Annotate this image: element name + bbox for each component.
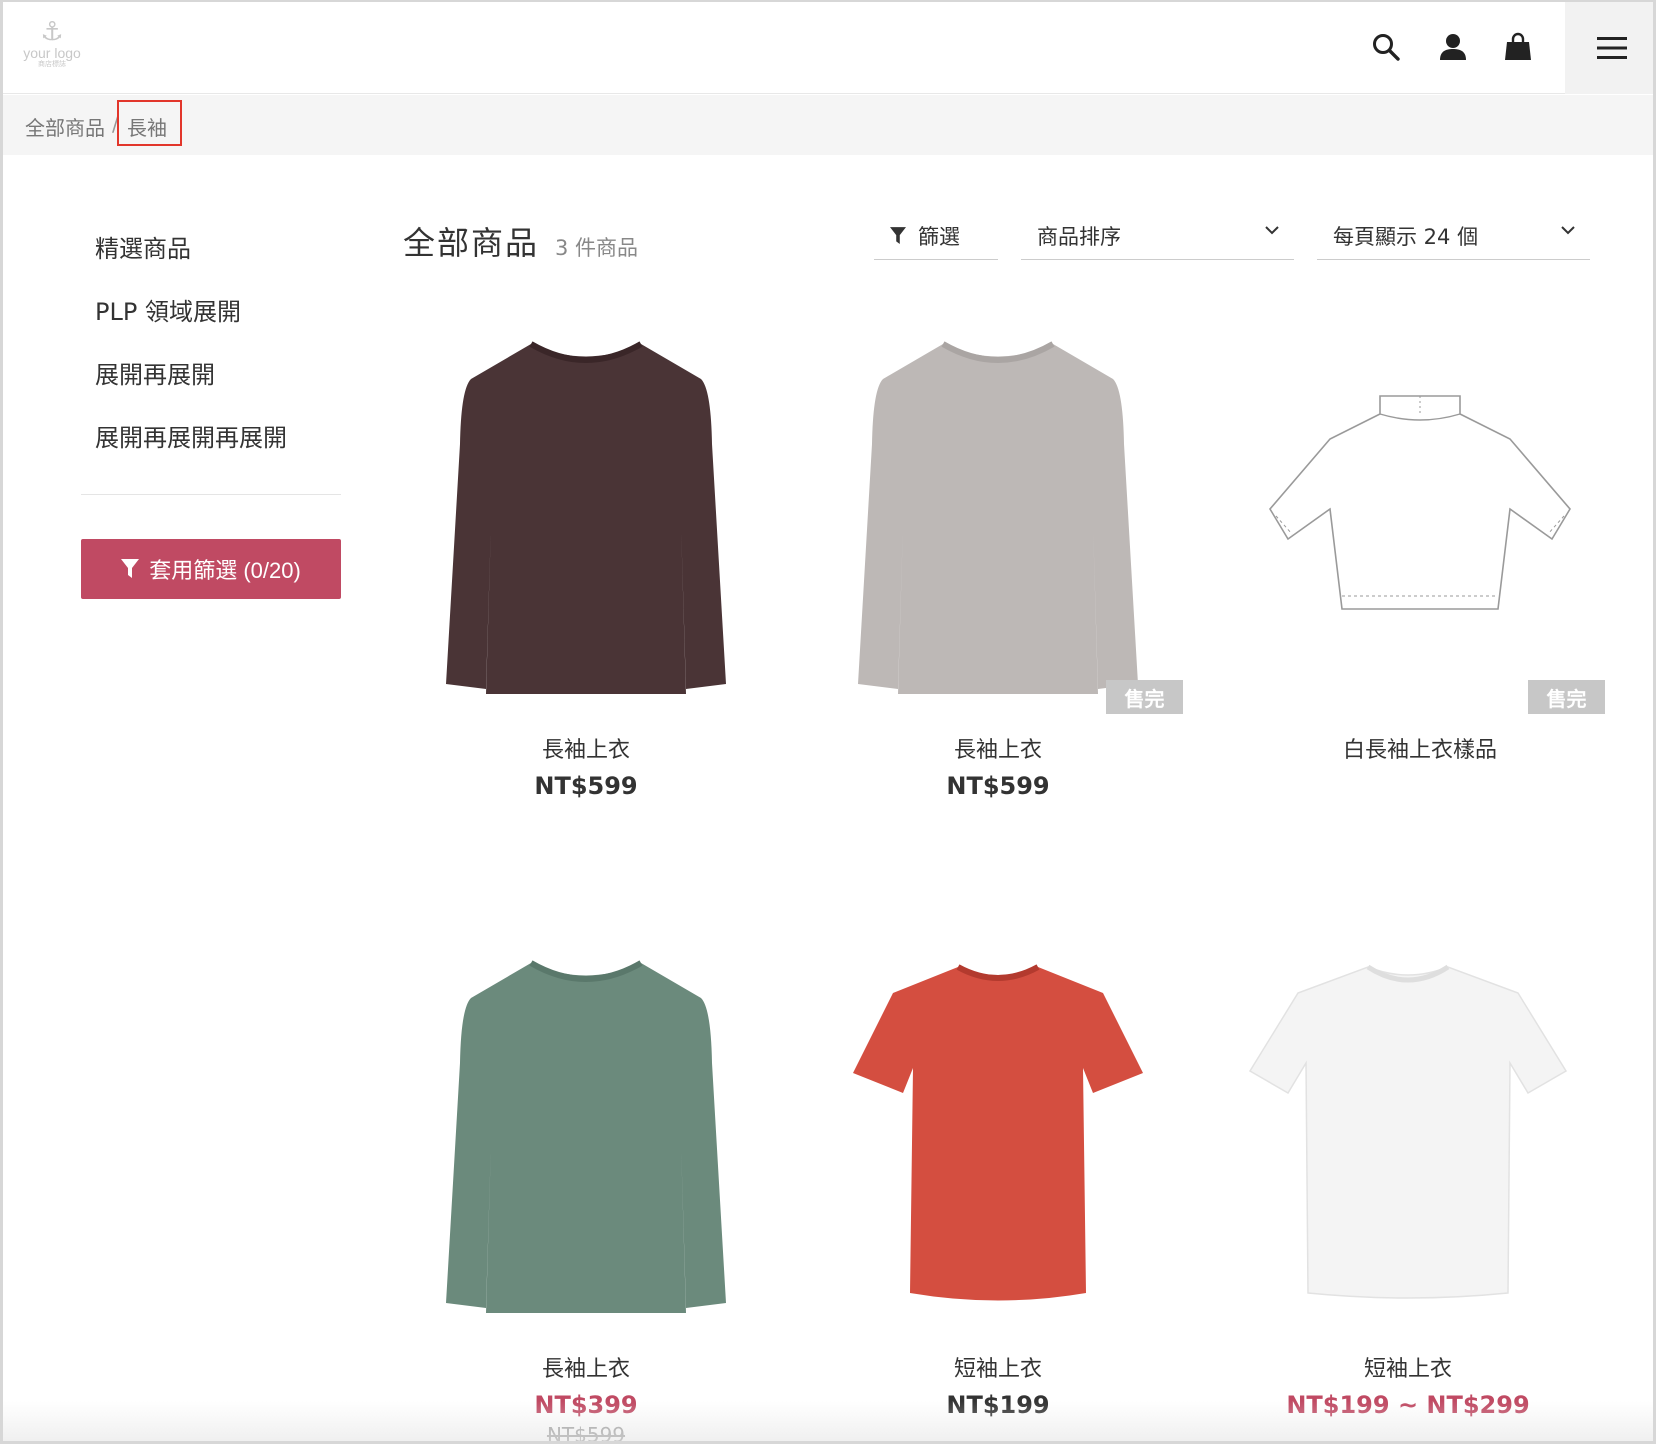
logo-subtext: 商店標誌 [38,60,66,68]
shopping-bag-icon[interactable] [1501,30,1535,64]
sidebar-item-expand[interactable]: 展開再展開 [81,358,341,421]
sort-select-value: 商品排序 [1037,224,1121,249]
sidebar-divider [81,494,341,495]
product-image[interactable] [1223,953,1593,1333]
sidebar-item-featured[interactable]: 精選商品 [81,232,341,295]
menu-icon [1597,37,1627,59]
product-card[interactable]: 售完 白長袖上衣樣品 [1235,334,1605,763]
product-card[interactable]: 短袖上衣 NT$199 ~ NT$299 [1223,953,1593,1419]
category-sidebar: 精選商品 PLP 領域展開 展開再展開 展開再展開再展開 [81,232,341,495]
apply-filter-label: 套用篩選 (0/20) [149,558,301,583]
filter-icon [890,226,906,244]
product-image[interactable] [401,953,771,1333]
breadcrumb-root-link[interactable]: 全部商品 [25,112,105,141]
per-page-select-value: 每頁顯示 24 個 [1333,224,1479,249]
product-price-range: NT$199 ~ NT$299 [1286,1391,1530,1419]
filter-label: 篩選 [918,224,960,249]
product-image[interactable]: 售完 [1235,334,1605,714]
logo-text: your logo [23,45,81,61]
product-card[interactable]: 短袖上衣 NT$199 [813,953,1183,1419]
sidebar-item-plp[interactable]: PLP 領域展開 [81,295,341,358]
breadcrumb: 全部商品 / 長袖 [3,95,1653,155]
product-image[interactable] [401,334,771,714]
chevron-down-icon [1561,226,1575,235]
filter-icon [121,559,140,578]
product-original-price: NT$599 [546,1423,626,1444]
sidebar-item-expand-more[interactable]: 展開再展開再展開 [81,421,341,484]
product-name[interactable]: 長袖上衣 [401,732,771,763]
anchor-icon: ⚓ [40,17,64,47]
breadcrumb-current: 長袖 [117,100,182,146]
product-sale-price: NT$399 [534,1391,638,1419]
browser-frame: ⚓ your logo 商店標誌 全部商品 / 長袖 精選商品 PLP 領域展開… [0,0,1656,1444]
sold-out-badge: 售完 [1528,680,1605,714]
product-price: NT$199 [946,1391,1050,1419]
per-page-select[interactable]: 每頁顯示 24 個 [1317,212,1590,260]
chevron-down-icon [1265,226,1279,235]
product-price: NT$599 [946,772,1050,800]
product-price: NT$599 [534,772,638,800]
user-icon[interactable] [1436,30,1470,64]
apply-filter-button[interactable]: 套用篩選 (0/20) [81,539,341,599]
menu-button[interactable] [1565,2,1653,94]
product-name[interactable]: 長袖上衣 [813,732,1183,763]
product-name[interactable]: 長袖上衣 [401,1351,771,1382]
product-image[interactable]: 售完 [813,334,1183,714]
product-count: 3 件商品 [555,236,639,260]
sort-select[interactable]: 商品排序 [1021,212,1294,260]
search-icon[interactable] [1369,30,1403,64]
product-card[interactable]: 長袖上衣 NT$399 NT$599 [401,953,771,1444]
product-card[interactable]: 售完 長袖上衣 NT$599 [813,334,1183,800]
product-name[interactable]: 短袖上衣 [1223,1351,1593,1382]
product-image[interactable] [813,953,1183,1333]
product-card[interactable]: 長袖上衣 NT$599 [401,334,771,800]
site-header: ⚓ your logo 商店標誌 [3,2,1653,94]
page-title: 全部商品 [403,224,540,262]
product-name[interactable]: 短袖上衣 [813,1351,1183,1382]
site-logo[interactable]: ⚓ your logo 商店標誌 [17,18,87,74]
sold-out-badge: 售完 [1106,680,1183,714]
product-name[interactable]: 白長袖上衣樣品 [1235,732,1605,763]
filter-button[interactable]: 篩選 [874,212,998,260]
